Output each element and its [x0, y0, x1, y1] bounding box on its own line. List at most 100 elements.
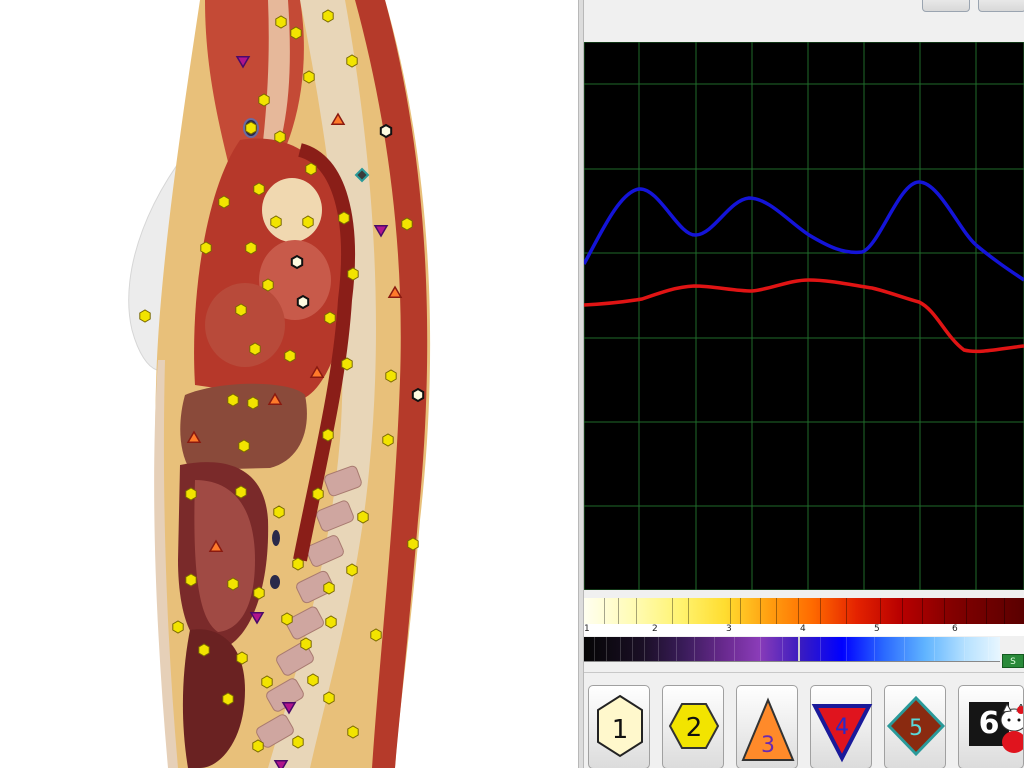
tick-4: 4 [800, 624, 806, 634]
marker-level-2-icon [303, 70, 315, 84]
scale-stripe [714, 637, 715, 661]
level-6-button[interactable]: 6 [958, 685, 1024, 768]
marker-level-2-icon [281, 612, 293, 626]
series-line-blue [584, 180, 1024, 282]
scale-stripe [760, 637, 761, 661]
level-2-button[interactable]: 2 [662, 685, 724, 768]
marker-level-2-icon [357, 510, 369, 524]
hot-scale-ticks: 1 2 3 4 5 6 [584, 624, 1024, 636]
scale-stripe [966, 598, 967, 624]
scale-stripe [846, 598, 847, 624]
cold-color-scale [584, 637, 1000, 662]
level-4-button[interactable]: 4 [810, 685, 873, 768]
marker-level-2-icon [323, 581, 335, 595]
triangle-up-icon: 3 [741, 697, 795, 761]
marker-level-2-icon [185, 487, 197, 501]
level-4-label: 4 [835, 715, 849, 740]
scale-button[interactable]: S [1002, 654, 1024, 668]
scale-stripe [644, 637, 645, 661]
scale-stripe [922, 598, 923, 624]
marker-level-2-icon [273, 505, 285, 519]
graph-grid [584, 42, 1024, 590]
scale-stripe [740, 598, 741, 624]
diamond-icon: 5 [886, 695, 946, 757]
scale-stripe [606, 637, 607, 661]
tick-2: 2 [652, 624, 658, 634]
marker-level-2-icon [252, 739, 264, 753]
scale-stripe [594, 637, 595, 661]
level-5-label: 5 [909, 716, 923, 741]
scale-stripe [964, 637, 965, 661]
level-3-label: 3 [761, 733, 775, 758]
scale-stripe [776, 598, 777, 624]
marker-level-2-icon [346, 563, 358, 577]
marker-level-2-icon [238, 439, 250, 453]
signal-graph [584, 42, 1024, 590]
marker-level-2-icon [346, 54, 358, 68]
marker-level-2-icon [247, 396, 259, 410]
scale-stripe [846, 637, 847, 661]
marker-level-2-icon [253, 182, 265, 196]
marker-level-2-icon [347, 267, 359, 281]
marker-level-2-icon [323, 691, 335, 705]
marker-level-2-icon [253, 586, 265, 600]
marker-level-2-icon [307, 673, 319, 687]
marker-level-1-icon [379, 123, 393, 139]
marker-level-2-icon [261, 675, 273, 689]
marker-level-2-icon [305, 162, 317, 176]
scale-stripe [760, 598, 761, 624]
scale-stripe [676, 637, 677, 661]
marker-level-2-icon [322, 9, 334, 23]
tick-3: 3 [726, 624, 732, 634]
scale-stripe [874, 637, 875, 661]
marker-level-2-icon [338, 211, 350, 225]
marker-level-2-icon [235, 485, 247, 499]
scale-stripe [902, 598, 903, 624]
scale-stripe [604, 598, 605, 624]
hexagon-icon: 2 [668, 703, 720, 749]
marker-level-2-icon [172, 620, 184, 634]
marker-level-2-icon [270, 215, 282, 229]
marker-level-1-icon [296, 294, 310, 310]
scale-stripe [934, 637, 935, 661]
tick-1: 1 [584, 624, 590, 634]
scale-stripe [618, 598, 619, 624]
scale-stripe [904, 637, 905, 661]
marker-level-2-icon [222, 692, 234, 706]
marker-level-1-icon [411, 387, 425, 403]
marker-level-2-icon [292, 735, 304, 749]
marker-level-2-icon [245, 241, 257, 255]
level-3-button[interactable]: 3 [736, 685, 798, 768]
marker-level-2-icon [236, 651, 248, 665]
window-button-right[interactable] [978, 0, 1024, 12]
marker-level-2-icon [227, 393, 239, 407]
scale-stripe [820, 637, 821, 661]
marker-level-2-icon [382, 433, 394, 447]
marker-level-2-icon [325, 615, 337, 629]
marker-level-2-icon [198, 643, 210, 657]
marker-level-2-icon [322, 428, 334, 442]
marker-level-2-icon [139, 309, 151, 323]
marker-level-2-icon [302, 215, 314, 229]
scale-stripe [1004, 598, 1005, 624]
scale-stripe [782, 637, 783, 661]
level-1-button[interactable]: 1 [588, 685, 650, 768]
marker-level-2-icon [324, 311, 336, 325]
level-1-label: 1 [612, 715, 629, 745]
marker-level-2-icon [275, 15, 287, 29]
marker-level-2-icon [274, 130, 286, 144]
scale-stripe [988, 637, 989, 661]
level-toolbar: 1 2 3 4 5 6 [584, 672, 1024, 768]
scale-stripe [986, 598, 987, 624]
marker-level-2-icon [227, 577, 239, 591]
scale-stripe [734, 637, 735, 661]
scale-stripe [688, 598, 689, 624]
tick-6: 6 [952, 624, 958, 634]
level-5-button[interactable]: 5 [884, 685, 946, 768]
marker-level-2-icon [249, 342, 261, 356]
cold-scale-marker[interactable] [798, 637, 800, 661]
scale-stripe [632, 637, 633, 661]
marker-level-2-icon [258, 93, 270, 107]
window-button-left[interactable] [922, 0, 970, 12]
marker-level-2-icon [292, 557, 304, 571]
